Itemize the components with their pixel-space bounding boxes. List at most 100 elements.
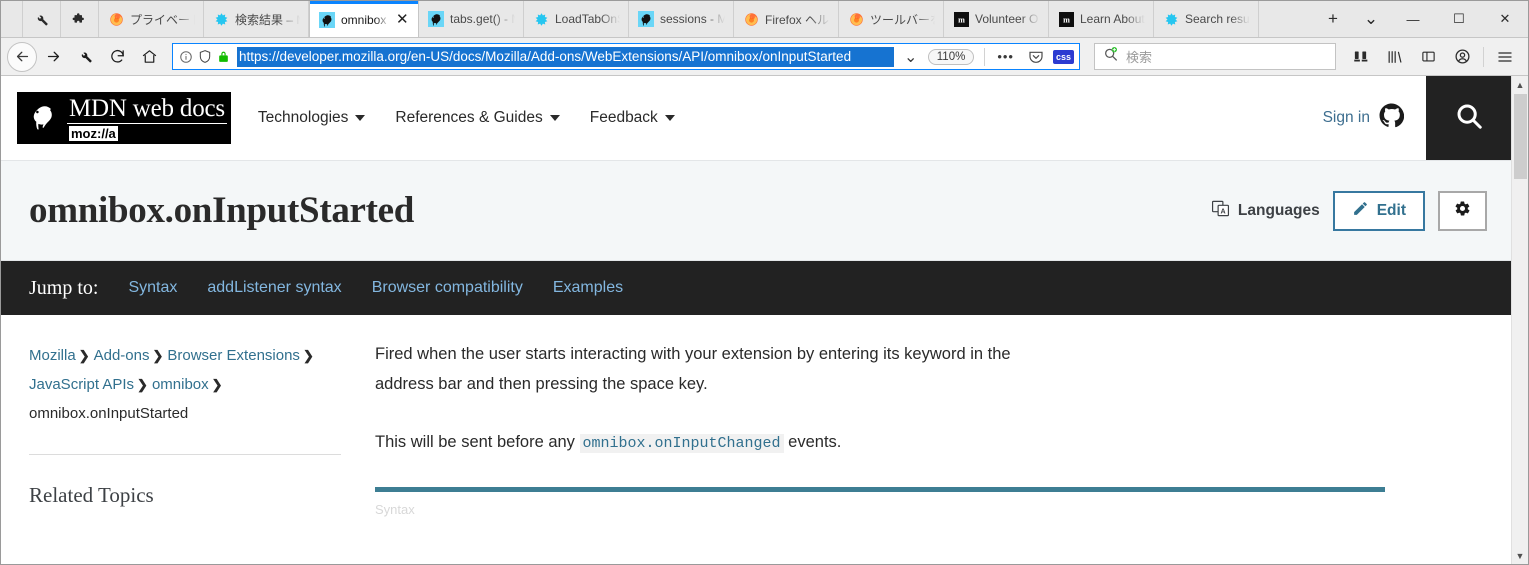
next-section-heading-clipped: Syntax [375,502,415,517]
tab[interactable]: LoadTabOnS [524,1,629,37]
minimize-button[interactable]: — [1390,1,1436,37]
library-icon[interactable] [1377,42,1411,72]
tab[interactable]: Firefox ヘルプ [734,1,839,37]
jump-link-examples[interactable]: Examples [553,279,623,297]
languages-label: Languages [1237,201,1320,219]
url-text[interactable]: https://developer.mozilla.org/en-US/docs… [237,46,894,67]
translate-icon: A [1211,199,1230,223]
info-icon[interactable] [179,50,193,64]
forward-button[interactable] [37,42,69,72]
tab-strip: プライベートブ 検索結果 – M omnibox ✕ tabs.get() - M Loa… [1,1,1528,38]
tab-label: LoadTabOnS [555,12,620,26]
edit-button[interactable]: Edit [1332,190,1425,231]
logo-text-primary: MDN web docs [67,95,227,124]
note-text-after: events. [783,433,842,451]
tab[interactable]: 検索結果 – M [204,1,309,37]
bugzilla-icon [533,11,549,27]
sign-in-link[interactable]: Sign in [1323,76,1426,160]
tab-label: Firefox ヘルプ [765,12,830,27]
close-window-button[interactable]: ✕ [1482,1,1528,37]
bugzilla-icon [213,11,229,27]
breadcrumb-browser-extensions[interactable]: Browser Extensions [167,347,300,364]
tab[interactable]: ツールバーをカ [839,1,944,37]
list-all-tabs-button[interactable]: ⌄ [1352,1,1390,37]
tab[interactable]: Search resul [1154,1,1259,37]
jump-link-addlistener-syntax[interactable]: addListener syntax [207,279,341,297]
sidebar: Mozilla ❯ Add-ons ❯ Browser Extensions ❯JavaS… [1,315,363,564]
shield-icon[interactable] [198,49,212,64]
url-bar[interactable]: https://developer.mozilla.org/en-US/docs… [172,43,1080,70]
tabs-container: プライベートブ 検索結果 – M omnibox ✕ tabs.get() - M Loa… [99,1,1314,37]
nav-item-references-guides[interactable]: References & Guides [395,109,560,127]
dino-icon [17,92,67,144]
pencil-icon [1352,200,1369,222]
reload-button[interactable] [101,42,133,72]
page-scrollbar[interactable]: ▲ ▼ [1511,76,1528,564]
page-actions-icon[interactable]: ••• [992,49,1019,64]
tab-label: プライベートブ [130,12,195,27]
breadcrumb-javascript-apis[interactable]: JavaScript APIs [29,376,134,393]
svg-text:m: m [1063,15,1070,24]
languages-button[interactable]: A Languages [1211,199,1320,223]
breadcrumb-omnibox[interactable]: omnibox [152,376,209,393]
tab[interactable]: プライベートブ [99,1,204,37]
tab[interactable]: m Volunteer O [944,1,1049,37]
scroll-down-arrow-icon[interactable]: ▼ [1512,547,1529,564]
note-text-before: This will be sent before any [375,433,580,451]
tabstrip-right-controls: + ⌄ — ☐ ✕ [1314,1,1528,37]
new-tab-button[interactable]: + [1314,1,1352,37]
tab-label: Search resul [1185,12,1250,26]
nav-item-technologies[interactable]: Technologies [257,109,366,127]
jump-to-label: Jump to: [29,276,99,299]
jump-link-syntax[interactable]: Syntax [128,279,177,297]
hamburger-menu-icon[interactable] [1488,42,1522,72]
zoom-level-indicator[interactable]: 110% [927,48,975,65]
close-icon[interactable]: ✕ [396,12,410,27]
breadcrumb-separator: ❯ [152,348,164,363]
bugzilla-icon [1163,11,1179,27]
back-button[interactable] [7,41,37,72]
jump-link-browser-compatibility[interactable]: Browser compatibility [372,279,523,297]
customize-wrench-icon[interactable] [69,42,101,72]
maximize-button[interactable]: ☐ [1436,1,1482,37]
scrollbar-thumb[interactable] [1513,94,1527,179]
tab[interactable]: sessions - M [629,1,734,37]
tab-active[interactable]: omnibox ✕ [309,1,419,37]
nav-item-feedback[interactable]: Feedback [590,109,675,127]
breadcrumb-separator: ❯ [137,377,148,392]
breadcrumb-current: omnibox.onInputStarted [29,405,189,422]
tab[interactable]: tabs.get() - M [419,1,524,37]
tab[interactable]: m Learn About [1049,1,1154,37]
mdn-icon [319,11,335,28]
css-extension-badge[interactable]: css [1052,49,1074,64]
containers-icon[interactable] [1343,42,1377,72]
padlock-icon[interactable] [217,49,230,64]
site-logo[interactable]: MDN web docs moz://a [1,76,231,160]
paragraph-description: Fired when the user starts interacting w… [375,345,1011,393]
breadcrumb-add-ons[interactable]: Add-ons [94,347,150,364]
account-icon[interactable] [1445,42,1479,72]
chevron-down-icon [355,115,366,121]
breadcrumb-separator: ❯ [302,348,314,363]
breadcrumb-separator: ❯ [78,348,90,363]
home-button[interactable] [133,42,165,72]
nav-label: Technologies [257,109,349,126]
tab-label: tabs.get() - M [450,12,515,26]
sidebar-divider [29,454,341,455]
breadcrumb-mozilla[interactable]: Mozilla [29,347,76,364]
mdn-icon [428,11,444,27]
page-title-bar: omnibox.onInputStarted A Languages Edit [1,161,1511,261]
pocket-icon[interactable] [1024,49,1048,65]
site-search-button[interactable] [1426,76,1511,160]
firefox-icon [743,11,759,27]
chevron-down-icon[interactable]: ⌄ [899,47,923,67]
tab-label: sessions - M [660,12,725,26]
wrench-icon[interactable] [23,1,61,37]
article-body: Fired when the user starts interacting w… [363,315,1511,564]
puzzle-icon[interactable] [61,1,99,37]
site-nav: Technologies References & Guides Feedbac… [258,76,675,160]
sidebar-icon[interactable] [1411,42,1445,72]
search-bar[interactable]: 検索 [1094,43,1336,70]
scroll-up-arrow-icon[interactable]: ▲ [1512,76,1529,93]
page-settings-button[interactable] [1438,190,1487,231]
